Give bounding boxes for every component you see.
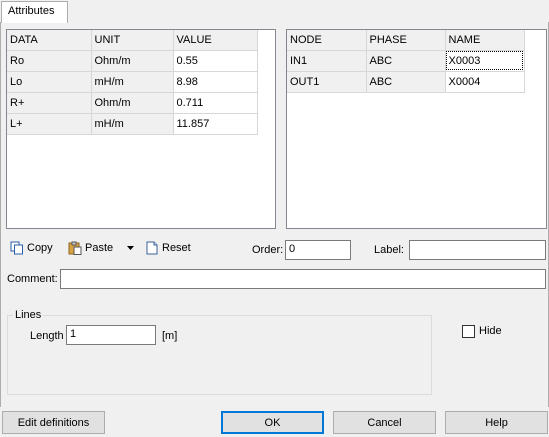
cancel-button[interactable]: Cancel (333, 411, 436, 434)
length-input[interactable]: 1 (66, 325, 156, 345)
copy-label: Copy (27, 242, 53, 254)
tab-attributes-label: Attributes (8, 5, 55, 17)
cell-data: L+ (7, 113, 92, 135)
cell-value[interactable]: 8.98 (173, 71, 258, 93)
paste-button[interactable]: Paste (68, 240, 113, 256)
cell-data: Lo (7, 71, 92, 93)
column-header-node[interactable]: NODE (287, 30, 367, 51)
node-grid[interactable]: NODE PHASE NAME IN1 ABC X0003 OUT1 ABC X… (286, 29, 547, 229)
ok-label: OK (264, 416, 281, 429)
column-header-name[interactable]: NAME (445, 30, 525, 51)
label-input[interactable] (409, 240, 546, 260)
tab-attributes[interactable]: Attributes (1, 1, 68, 23)
comment-label: Comment: (7, 273, 58, 285)
cell-phase: ABC (366, 50, 446, 72)
edit-definitions-label: Edit definitions (17, 416, 90, 429)
document-icon (145, 241, 159, 255)
edit-definitions-button[interactable]: Edit definitions (2, 411, 105, 434)
cell-data: R+ (7, 92, 92, 114)
table-row[interactable]: L+ mH/m 11.857 (7, 113, 258, 135)
data-table: DATA UNIT VALUE Ro Ohm/m 0.55 Lo mH/m 8.… (7, 30, 258, 135)
copy-button[interactable]: Copy (10, 240, 53, 256)
label-field-label: Label: (374, 244, 404, 256)
cell-name[interactable]: X0004 (445, 71, 525, 93)
data-grid[interactable]: DATA UNIT VALUE Ro Ohm/m 0.55 Lo mH/m 8.… (6, 29, 276, 229)
table-row[interactable]: R+ Ohm/m 0.711 (7, 92, 258, 114)
cell-name[interactable]: X0003 (445, 50, 525, 72)
cancel-label: Cancel (367, 416, 402, 429)
help-label: Help (485, 416, 508, 429)
cell-value[interactable]: 0.711 (173, 92, 258, 114)
cell-value[interactable]: 0.55 (173, 50, 258, 72)
table-row[interactable]: Lo mH/m 8.98 (7, 71, 258, 93)
chevron-down-icon (127, 246, 134, 250)
copy-icon (10, 241, 24, 255)
paste-icon (68, 241, 82, 255)
paste-label: Paste (85, 242, 114, 254)
column-header-value[interactable]: VALUE (173, 30, 258, 51)
cell-value[interactable]: 11.857 (173, 113, 258, 135)
cell-unit: Ohm/m (91, 50, 174, 72)
cell-unit: Ohm/m (91, 92, 174, 114)
column-header-data[interactable]: DATA (7, 30, 92, 51)
hide-checkbox[interactable] (462, 325, 475, 338)
order-label: Order: (252, 244, 284, 256)
order-input[interactable]: 0 (285, 240, 351, 260)
reset-label: Reset (162, 242, 191, 254)
hide-label: Hide (479, 325, 502, 337)
help-button[interactable]: Help (445, 411, 548, 434)
lines-group-title: Lines (13, 309, 44, 321)
length-label: Length (30, 330, 64, 342)
table-row[interactable]: Ro Ohm/m 0.55 (7, 50, 258, 72)
cell-node: IN1 (287, 50, 367, 72)
cell-node: OUT1 (287, 71, 367, 93)
node-table-header: NODE PHASE NAME (287, 30, 525, 51)
table-row[interactable]: OUT1 ABC X0004 (287, 71, 525, 93)
node-table: NODE PHASE NAME IN1 ABC X0003 OUT1 ABC X… (287, 30, 525, 93)
comment-input[interactable] (60, 269, 546, 289)
cell-unit: mH/m (91, 113, 174, 135)
data-table-header: DATA UNIT VALUE (7, 30, 258, 51)
ok-button[interactable]: OK (221, 411, 324, 434)
cell-data: Ro (7, 50, 92, 72)
cell-unit: mH/m (91, 71, 174, 93)
length-unit: [m] (162, 330, 178, 342)
reset-button[interactable]: Reset (145, 240, 191, 256)
table-row[interactable]: IN1 ABC X0003 (287, 50, 525, 72)
cell-phase: ABC (366, 71, 446, 93)
column-header-unit[interactable]: UNIT (91, 30, 174, 51)
column-header-phase[interactable]: PHASE (366, 30, 446, 51)
paste-dropdown-arrow[interactable] (126, 243, 135, 251)
